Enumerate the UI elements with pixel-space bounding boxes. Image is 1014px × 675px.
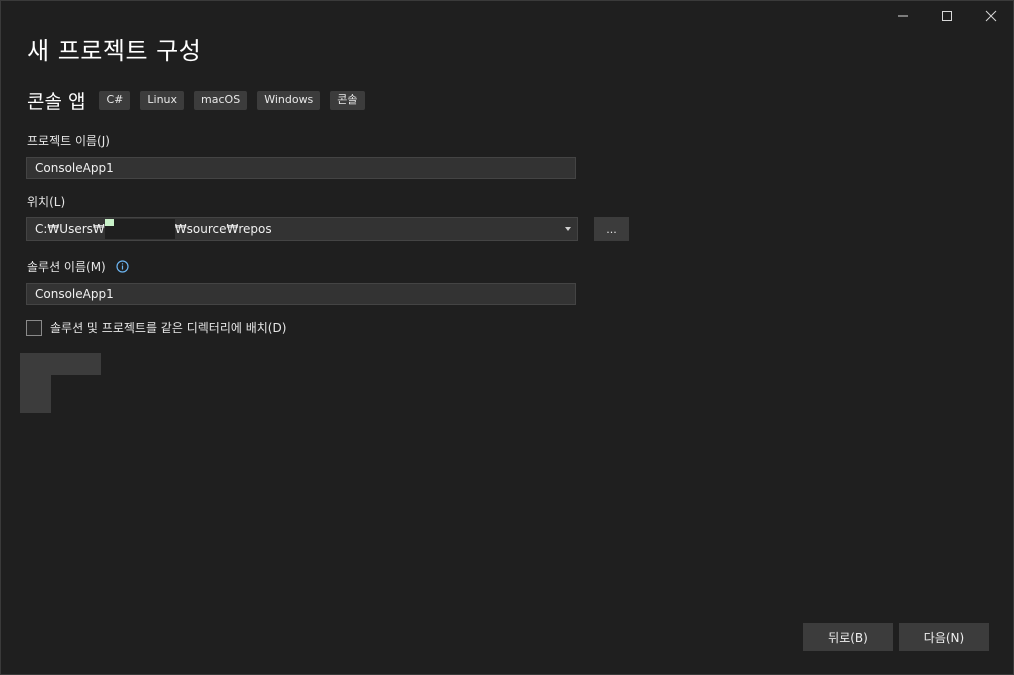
location-path-prefix: C:₩Users₩ (35, 222, 105, 236)
template-header: 콘솔 앱 C# Linux macOS Windows 콘솔 (27, 87, 375, 114)
placeholder-graphic (20, 353, 101, 413)
maximize-icon (942, 11, 952, 21)
location-path-suffix: ₩source₩repos (174, 222, 272, 236)
solution-name-label-row: 솔루션 이름(M) (27, 258, 129, 276)
location-combobox[interactable]: C:₩Users₩ ₩source₩repos (26, 217, 578, 241)
configure-project-window: 새 프로젝트 구성 콘솔 앱 C# Linux macOS Windows 콘솔… (0, 0, 1014, 675)
info-icon[interactable] (115, 259, 129, 276)
minimize-button[interactable] (881, 1, 925, 31)
page-title: 새 프로젝트 구성 (27, 37, 202, 65)
browse-location-button[interactable]: ... (594, 217, 629, 241)
close-button[interactable] (969, 1, 1013, 31)
location-label: 위치(L) (27, 195, 66, 209)
same-directory-option[interactable]: 솔루션 및 프로젝트를 같은 디렉터리에 배치(D) (26, 319, 286, 336)
project-name-label: 프로젝트 이름(J) (27, 134, 110, 148)
tag-platform-windows: Windows (257, 91, 321, 110)
minimize-icon (898, 15, 908, 17)
redacted-username (104, 219, 175, 239)
close-icon (985, 10, 997, 22)
tag-platform-linux: Linux (140, 91, 185, 110)
same-directory-label: 솔루션 및 프로젝트를 같은 디렉터리에 배치(D) (50, 321, 287, 335)
maximize-button[interactable] (925, 1, 969, 31)
chevron-down-icon[interactable] (565, 227, 571, 231)
template-name: 콘솔 앱 (27, 91, 86, 113)
same-directory-checkbox[interactable] (26, 319, 42, 336)
project-name-input[interactable] (26, 157, 576, 179)
solution-name-label: 솔루션 이름(M) (27, 260, 106, 274)
back-button[interactable]: 뒤로(B) (803, 623, 893, 651)
tag-project-type: 콘솔 (330, 91, 365, 110)
tag-platform-macos: macOS (194, 91, 248, 110)
tag-language: C# (99, 91, 131, 110)
solution-name-input[interactable] (26, 283, 576, 305)
window-controls (881, 1, 1013, 31)
next-button[interactable]: 다음(N) (899, 623, 989, 651)
